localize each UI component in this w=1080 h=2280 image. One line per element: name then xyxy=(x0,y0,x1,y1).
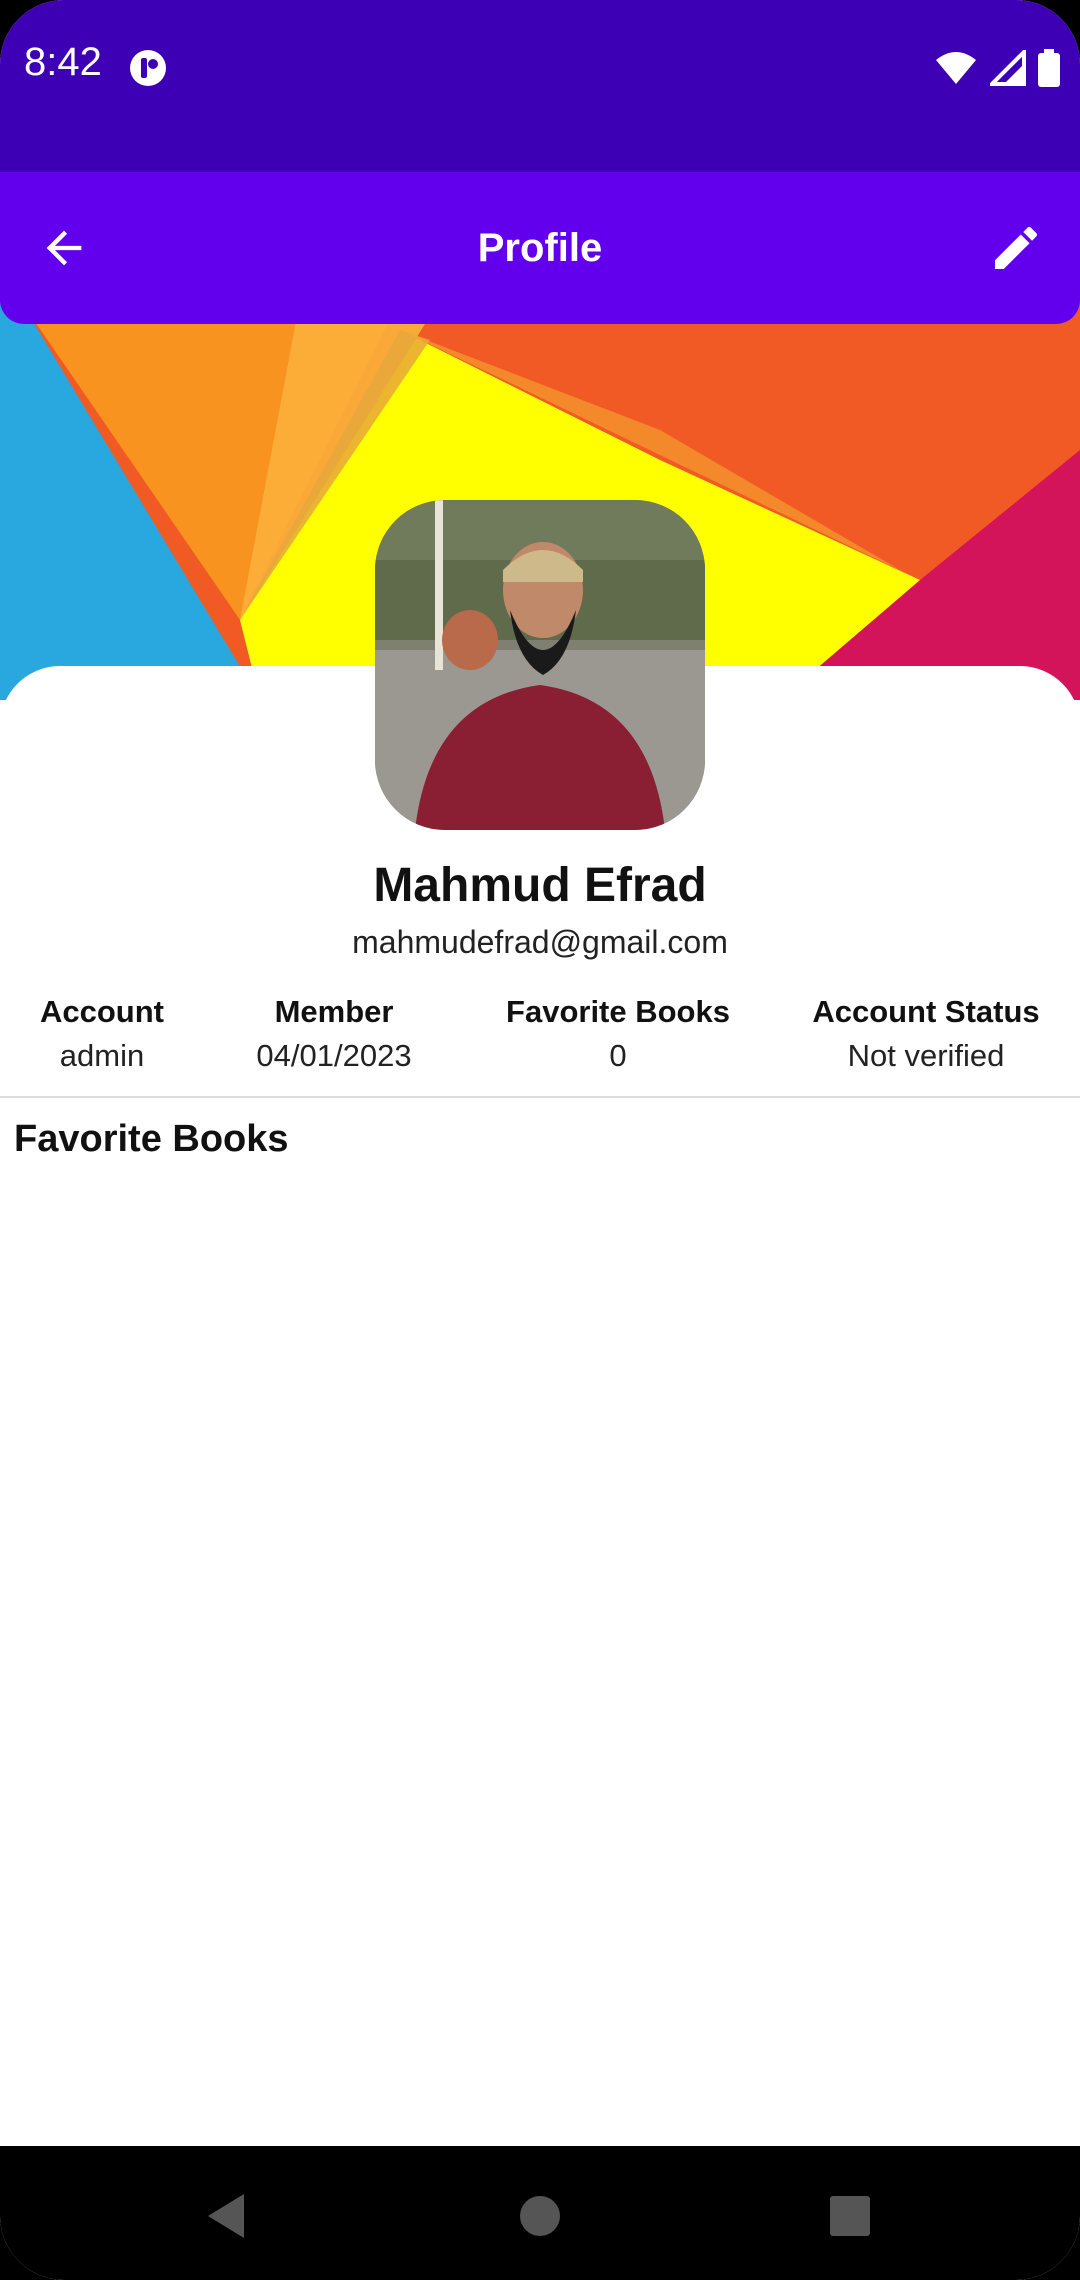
profile-photo xyxy=(375,500,705,830)
wifi-icon xyxy=(936,52,976,84)
stat-account: Account admin xyxy=(40,990,164,1078)
stat-member: Member 04/01/2023 xyxy=(256,990,411,1078)
stat-label: Account Status xyxy=(812,994,1040,1029)
stat-label: Favorite Books xyxy=(506,994,730,1029)
avatar[interactable] xyxy=(375,500,705,830)
page-title: Profile xyxy=(477,226,603,270)
pencil-icon xyxy=(995,226,1038,269)
circle-home-icon xyxy=(520,2196,560,2236)
profile-name: Mahmud Efrad xyxy=(373,859,707,912)
profile-stats: Account admin Member 04/01/2023 Favorite… xyxy=(0,990,1080,1090)
stat-label: Account xyxy=(40,994,164,1029)
nav-back-button[interactable] xyxy=(186,2176,266,2256)
square-recents-icon xyxy=(830,2196,870,2236)
stat-favorite-books: Favorite Books 0 xyxy=(506,990,730,1078)
signal-icon xyxy=(990,50,1026,86)
profile-email: mahmudefrad@gmail.com xyxy=(352,924,728,960)
stat-value: 0 xyxy=(609,1038,627,1073)
nav-recents-button[interactable] xyxy=(810,2176,890,2256)
triangle-back-icon xyxy=(208,2194,244,2238)
status-time: 8:42 xyxy=(24,40,102,84)
screen: 8:42 Profile Mahmud Efrad mahmudefrad@gm… xyxy=(0,0,1080,2280)
stat-account-status: Account Status Not verified xyxy=(812,990,1039,1078)
app-notification-icon xyxy=(130,50,166,86)
stat-value: admin xyxy=(59,1038,145,1073)
status-icons xyxy=(934,48,1060,88)
divider xyxy=(0,1096,1080,1098)
stat-value: Not verified xyxy=(847,1038,1005,1073)
stat-value: 04/01/2023 xyxy=(256,1038,412,1073)
app-bar: Profile xyxy=(0,172,1080,324)
battery-icon xyxy=(1038,49,1060,87)
favorite-books-title: Favorite Books xyxy=(14,1118,289,1160)
stat-label: Member xyxy=(274,994,394,1029)
status-bar: 8:42 xyxy=(0,0,1080,172)
system-nav-bar xyxy=(0,2146,1080,2280)
edit-profile-button[interactable] xyxy=(976,208,1056,288)
nav-home-button[interactable] xyxy=(500,2176,580,2256)
